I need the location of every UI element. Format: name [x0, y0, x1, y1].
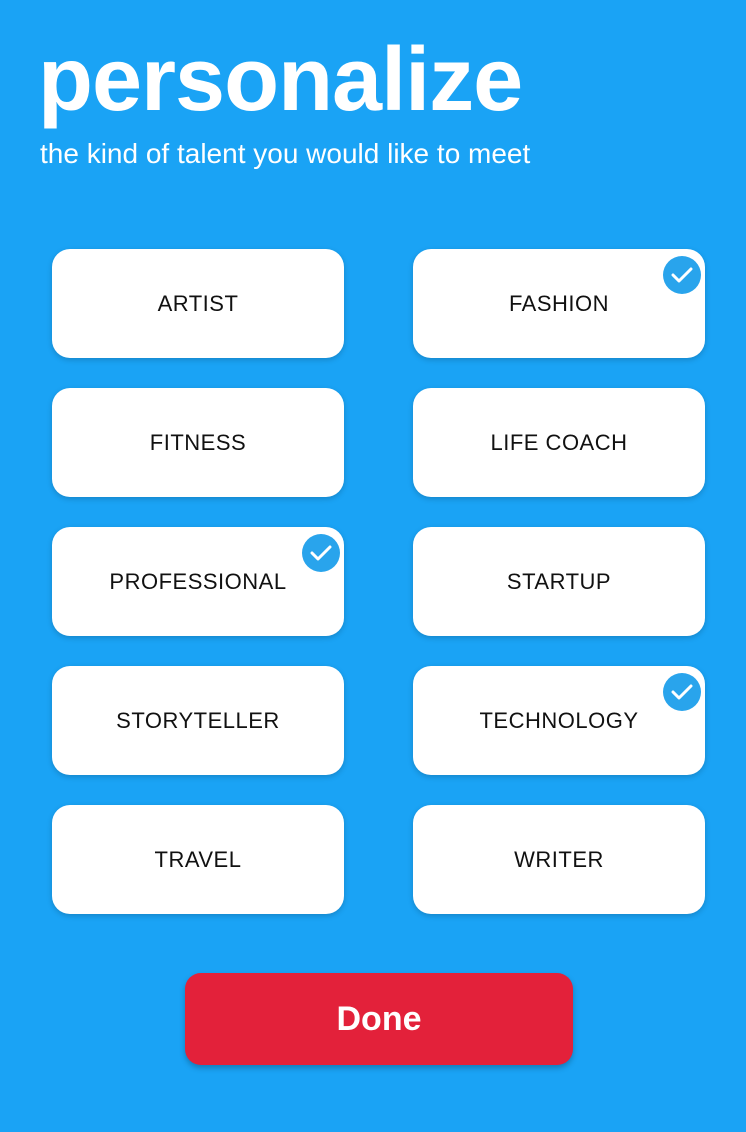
category-label: FASHION — [508, 290, 610, 316]
check-circle-icon — [663, 673, 701, 711]
done-button[interactable]: Done — [185, 973, 573, 1065]
category-card-fitness[interactable]: FITNESS — [52, 388, 344, 497]
category-label: PROFESSIONAL — [109, 568, 287, 594]
category-card-travel[interactable]: TRAVEL — [52, 805, 344, 914]
check-circle-icon — [663, 256, 701, 294]
page-subtitle: the kind of talent you would like to mee… — [40, 138, 531, 169]
category-card-technology[interactable]: TECHNOLOGY — [413, 666, 705, 775]
category-label: STARTUP — [506, 568, 612, 594]
category-card-artist[interactable]: ARTIST — [52, 249, 344, 358]
category-card-professional[interactable]: PROFESSIONAL — [52, 527, 344, 636]
category-card-writer[interactable]: WRITER — [413, 805, 705, 914]
category-label: LIFE COACH — [490, 429, 628, 455]
category-label: TECHNOLOGY — [479, 707, 639, 733]
page-title: personalize — [38, 30, 523, 130]
category-card-life-coach[interactable]: LIFE COACH — [413, 388, 705, 497]
category-card-startup[interactable]: STARTUP — [413, 527, 705, 636]
category-card-storyteller[interactable]: STORYTELLER — [52, 666, 344, 775]
category-label: ARTIST — [157, 290, 239, 316]
category-label: FITNESS — [149, 429, 247, 455]
category-label: WRITER — [514, 846, 604, 872]
category-label: TRAVEL — [154, 846, 242, 872]
category-card-fashion[interactable]: FASHION — [413, 249, 705, 358]
check-circle-icon — [302, 534, 340, 572]
category-label: STORYTELLER — [116, 707, 280, 733]
